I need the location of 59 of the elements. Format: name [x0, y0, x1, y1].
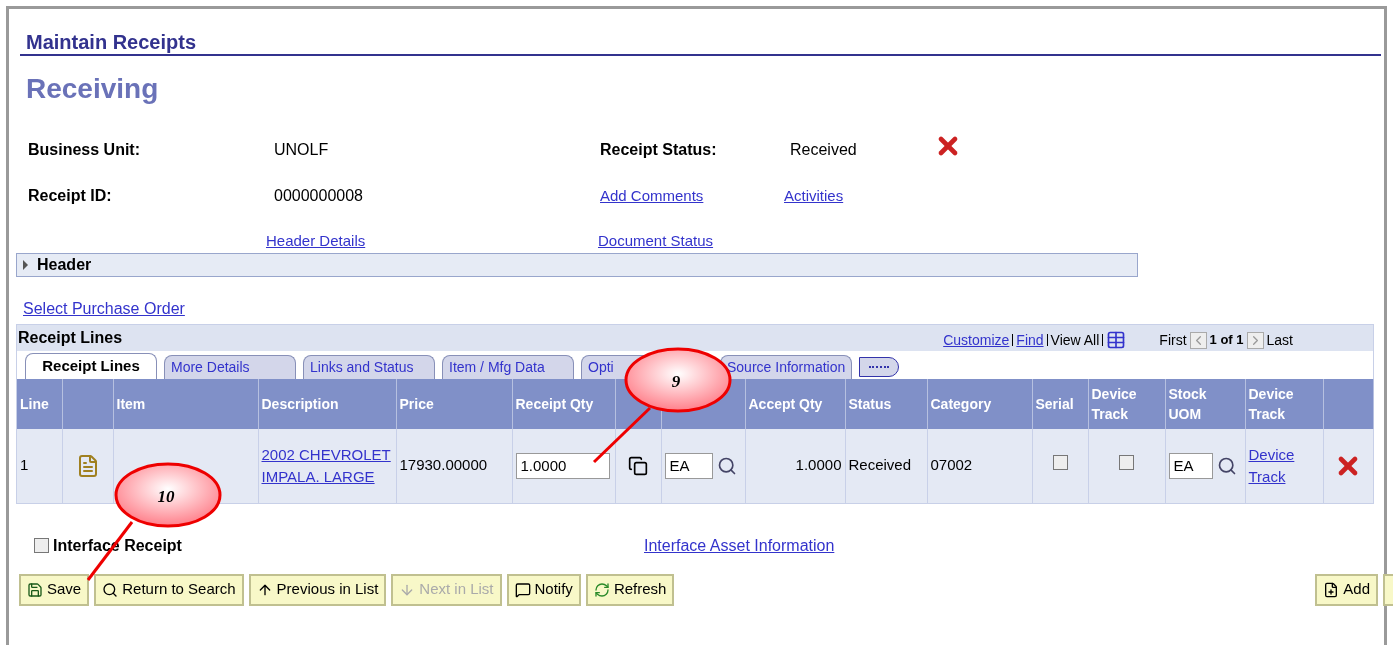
- add-icon: [1323, 581, 1340, 598]
- toolbar-button[interactable]: Refresh: [585, 573, 675, 606]
- field-value: 0000000008: [274, 186, 364, 206]
- device-track-link[interactable]: Device Track: [1248, 443, 1320, 488]
- customize-link[interactable]: Customize: [943, 329, 1010, 351]
- page-count: 1 of 1: [1209, 331, 1244, 350]
- select-purchase-order-link[interactable]: Select Purchase Order: [23, 299, 185, 317]
- interface-asset-link[interactable]: Interface Asset Information: [644, 533, 835, 558]
- description-link[interactable]: 2002 CHEVROLET IMPALA. LARGE: [261, 443, 393, 488]
- save-icon: [27, 581, 43, 598]
- table-cell: 1: [20, 456, 29, 474]
- tab[interactable]: More Details: [164, 354, 296, 379]
- field-label: Business Unit:: [28, 140, 141, 160]
- interface-receipt-checkbox[interactable]: [34, 538, 49, 553]
- field-label: Receipt Status:: [600, 140, 718, 160]
- toolbar-button[interactable]: Previous in List: [248, 573, 387, 606]
- spreadsheet-icon[interactable]: [1106, 330, 1127, 350]
- device-track-checkbox[interactable]: [1119, 455, 1134, 471]
- tab[interactable]: Item / Mfg Data: [442, 354, 574, 379]
- tab[interactable]: Receipt Lines: [25, 352, 157, 379]
- receipt-qty-field[interactable]: 1.0000: [515, 452, 610, 479]
- toolbar-button[interactable]: Notify: [506, 573, 581, 606]
- grid-title: Receipt Lines: [18, 327, 123, 348]
- view-all-label: View All: [1050, 330, 1100, 350]
- field-value: UNOLF: [274, 140, 330, 160]
- uom-field[interactable]: EA: [664, 452, 713, 479]
- table-cell: Received: [848, 456, 912, 474]
- last-label: Last: [1266, 330, 1293, 350]
- callout-number: 10: [156, 486, 176, 508]
- field-value: Received: [790, 140, 858, 160]
- field-label: Receipt ID:: [28, 186, 113, 206]
- activities-link[interactable]: Activities: [784, 186, 844, 204]
- tab[interactable]: Links and Status: [303, 354, 435, 379]
- copy-icon[interactable]: [628, 456, 648, 477]
- callout-number: 9: [670, 371, 682, 393]
- table-cell: 17930.00000: [399, 456, 488, 474]
- find-link[interactable]: Find: [1016, 329, 1044, 351]
- header-section-label: Header: [37, 254, 92, 275]
- document-status-link[interactable]: Document Status: [598, 232, 714, 249]
- page-heading: Receiving: [25, 72, 160, 106]
- serial-checkbox[interactable]: [1052, 455, 1068, 471]
- table-cell: 07002: [930, 456, 973, 474]
- search-icon: [102, 581, 119, 598]
- header-details-link[interactable]: Header Details: [266, 232, 366, 249]
- note-icon: [514, 581, 531, 598]
- more-tabs-icon[interactable]: [859, 356, 900, 377]
- tab[interactable]: Source Information: [720, 354, 853, 379]
- first-label: First: [1159, 330, 1187, 350]
- header-section-bar[interactable]: Header: [16, 252, 1138, 277]
- toolbar-button[interactable]: Return to Search: [94, 573, 244, 606]
- search-icon[interactable]: [1216, 455, 1237, 476]
- add-button[interactable]: Add: [1315, 573, 1378, 606]
- table-cell: 1.0000: [795, 456, 842, 474]
- stock-uom-field[interactable]: EA: [1168, 452, 1213, 479]
- toolbar-button[interactable]: Save: [19, 573, 90, 606]
- refresh-icon: [593, 581, 610, 598]
- search-icon[interactable]: [716, 455, 737, 476]
- add-comments-link[interactable]: Add Comments: [600, 186, 704, 204]
- page-title: Maintain Receipts: [26, 30, 198, 54]
